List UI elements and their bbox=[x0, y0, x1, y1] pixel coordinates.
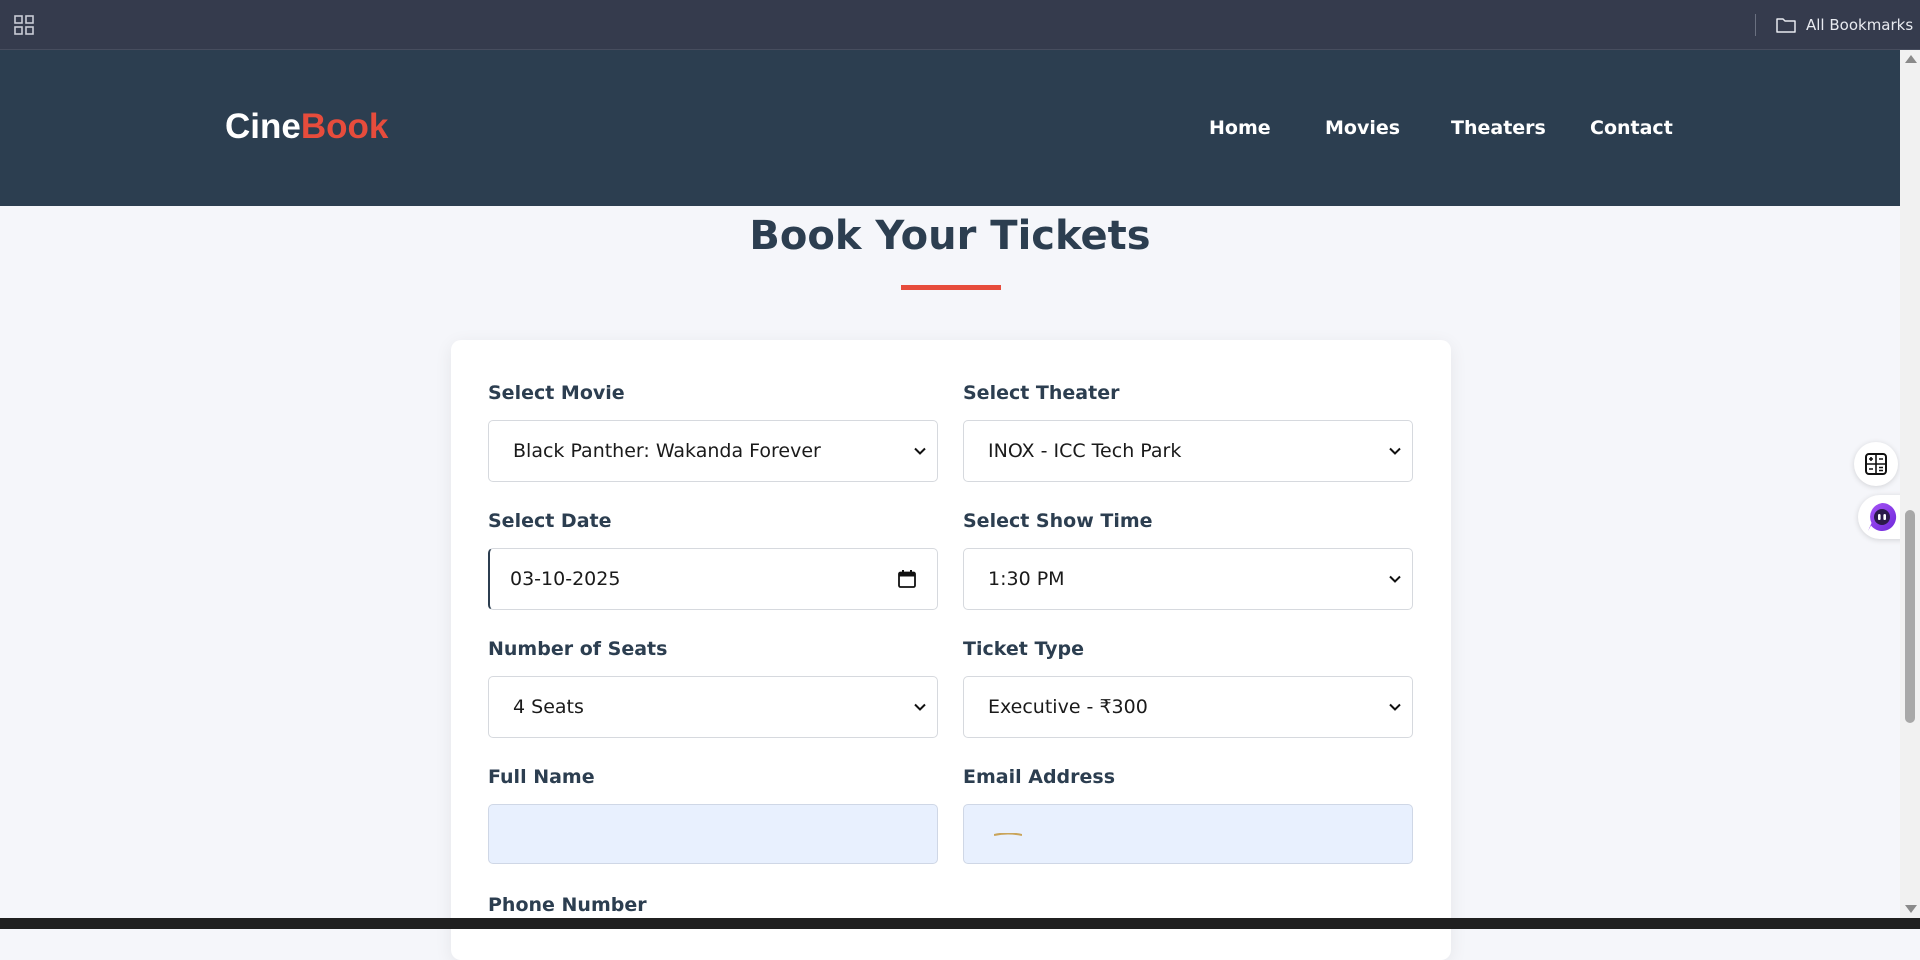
apps-grid-icon[interactable] bbox=[14, 15, 34, 35]
calculator-extension-button[interactable] bbox=[1854, 442, 1898, 486]
chevron-down-icon bbox=[1389, 575, 1401, 583]
all-bookmarks-button[interactable]: All Bookmarks bbox=[1776, 13, 1913, 37]
theater-select[interactable]: INOX - ICC Tech Park bbox=[963, 420, 1413, 482]
chevron-down-icon bbox=[1389, 703, 1401, 711]
scrollbar-thumb[interactable] bbox=[1905, 510, 1915, 723]
movie-select[interactable]: Black Panther: Wakanda Forever bbox=[488, 420, 938, 482]
autofill-smudge-icon bbox=[994, 833, 1022, 836]
calendar-icon[interactable] bbox=[897, 569, 917, 589]
ticket-type-select-value: Executive - ₹300 bbox=[988, 696, 1148, 718]
show-time-select[interactable]: 1:30 PM bbox=[963, 548, 1413, 610]
select-show-time-label: Select Show Time bbox=[963, 510, 1153, 532]
site-logo[interactable]: CineBook bbox=[225, 107, 388, 147]
full-name-input[interactable] bbox=[488, 804, 938, 864]
phone-number-label: Phone Number bbox=[488, 894, 647, 916]
logo-text-cine: Cine bbox=[225, 107, 301, 146]
scroll-down-arrow-icon[interactable] bbox=[1905, 905, 1917, 913]
select-date-label: Select Date bbox=[488, 510, 612, 532]
bookmarks-divider bbox=[1755, 14, 1756, 36]
nav-theaters[interactable]: Theaters bbox=[1451, 117, 1546, 139]
chevron-down-icon bbox=[914, 447, 926, 455]
assistant-icon bbox=[1868, 502, 1897, 531]
date-input[interactable]: 03-10-2025 bbox=[488, 548, 938, 610]
folder-icon bbox=[1776, 18, 1796, 33]
nav-movies[interactable]: Movies bbox=[1325, 117, 1400, 139]
os-taskbar bbox=[0, 918, 1920, 929]
scroll-up-arrow-icon[interactable] bbox=[1905, 55, 1917, 63]
title-underline bbox=[901, 285, 1001, 290]
full-name-label: Full Name bbox=[488, 766, 595, 788]
movie-select-value: Black Panther: Wakanda Forever bbox=[513, 440, 821, 462]
seats-select[interactable]: 4 Seats bbox=[488, 676, 938, 738]
all-bookmarks-label: All Bookmarks bbox=[1806, 16, 1914, 34]
booking-form-card: Select Movie Black Panther: Wakanda Fore… bbox=[451, 340, 1451, 960]
email-address-label: Email Address bbox=[963, 766, 1116, 788]
ticket-type-label: Ticket Type bbox=[963, 638, 1085, 660]
bookmarks-bar: All Bookmarks bbox=[0, 0, 1920, 50]
page-title: Book Your Tickets bbox=[749, 213, 1151, 259]
ticket-type-select[interactable]: Executive - ₹300 bbox=[963, 676, 1413, 738]
chevron-down-icon bbox=[914, 703, 926, 711]
chevron-down-icon bbox=[1389, 447, 1401, 455]
email-input[interactable] bbox=[963, 804, 1413, 864]
calculator-icon bbox=[1865, 453, 1887, 475]
theater-select-value: INOX - ICC Tech Park bbox=[988, 440, 1182, 462]
seats-select-value: 4 Seats bbox=[513, 696, 584, 718]
number-of-seats-label: Number of Seats bbox=[488, 638, 668, 660]
site-header: CineBook Home Movies Theaters Contact bbox=[0, 50, 1900, 206]
select-movie-label: Select Movie bbox=[488, 382, 625, 404]
select-theater-label: Select Theater bbox=[963, 382, 1120, 404]
show-time-select-value: 1:30 PM bbox=[988, 568, 1065, 590]
date-input-value: 03-10-2025 bbox=[510, 568, 621, 590]
nav-home[interactable]: Home bbox=[1209, 117, 1271, 139]
logo-text-book: Book bbox=[300, 107, 389, 146]
nav-contact[interactable]: Contact bbox=[1590, 117, 1673, 139]
page-scrollbar[interactable] bbox=[1900, 50, 1920, 918]
